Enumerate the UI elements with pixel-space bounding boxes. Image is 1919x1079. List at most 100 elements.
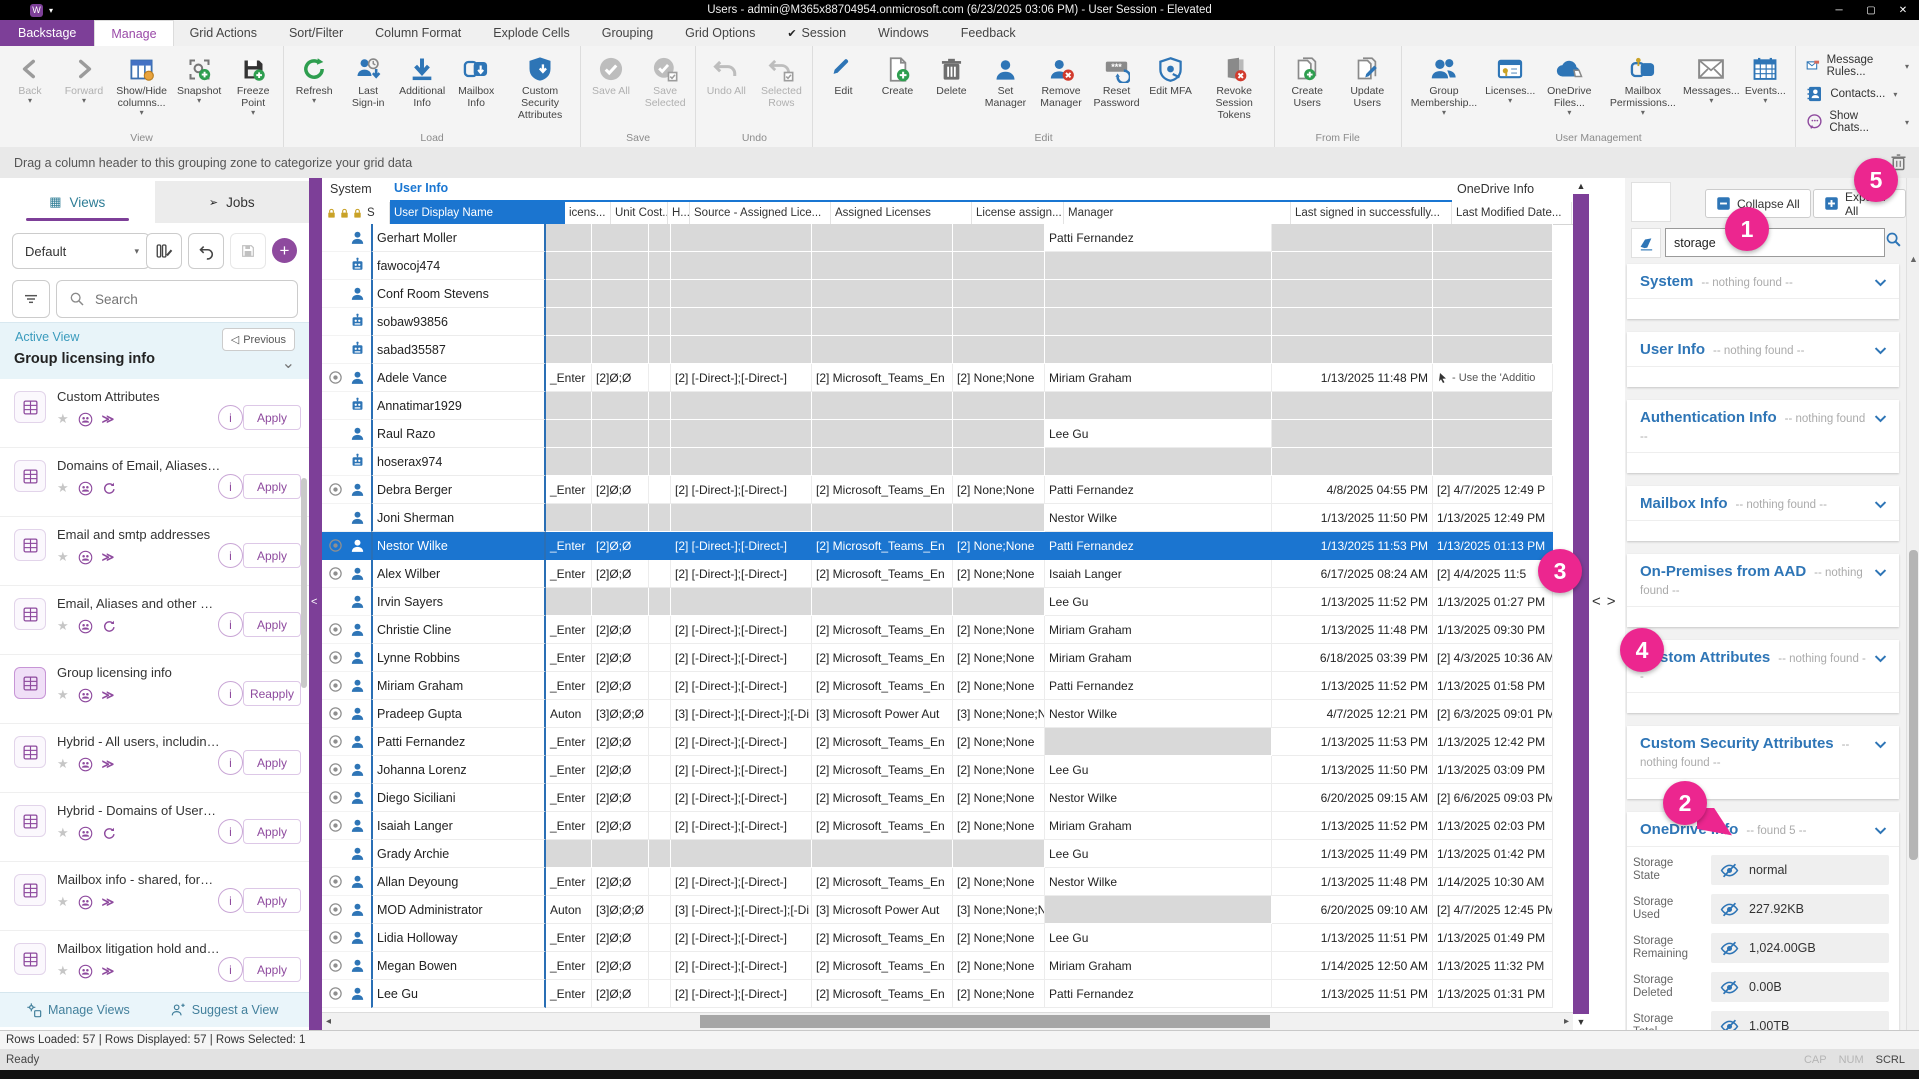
star-icon[interactable]: ★ <box>57 618 69 634</box>
snapshot-button[interactable]: Snapshot▾ <box>172 46 226 107</box>
previous-view-button[interactable]: ◁ Previous <box>222 328 295 351</box>
forward-button[interactable]: Forward▾ <box>57 46 111 107</box>
column-header-license-assign[interactable]: License assign... <box>972 202 1064 224</box>
view-item-email-and-smtp-addresses[interactable]: Email and smtp addresses★≫iApply <box>0 517 309 586</box>
suggest-view-link[interactable]: Suggest a View <box>170 1002 279 1018</box>
cell-user-display-name[interactable]: Pradeep Gupta <box>371 700 546 728</box>
group-header-user-info[interactable]: User Info <box>394 181 448 195</box>
user-row-lynne-robbins[interactable]: Lynne Robbins_Enter[2]Ø;Ø[2] [-Direct-];… <box>322 644 1573 672</box>
view-info-button[interactable]: i <box>218 957 243 982</box>
tab-session[interactable]: ✔Session <box>771 20 862 46</box>
cell-user-display-name[interactable]: Miriam Graham <box>371 672 546 700</box>
view-info-button[interactable]: i <box>218 750 243 775</box>
chevron-down-icon[interactable]: ⌄ <box>282 353 295 373</box>
user-row-sabad35587[interactable]: sabad35587 <box>322 336 1573 364</box>
cell-user-display-name[interactable]: Conf Room Stevens <box>371 280 546 308</box>
freeze-point-button[interactable]: Freeze Point▾ <box>226 46 280 119</box>
search-icon[interactable] <box>1885 231 1902 248</box>
scroll-right-icon[interactable]: ▸ <box>1564 1016 1569 1027</box>
view-item-mailbox-litigation-hold-and-ar[interactable]: Mailbox litigation hold and archive...★≫… <box>0 931 309 993</box>
apply-view-button[interactable]: Apply <box>243 405 301 430</box>
save-selected-button[interactable]: Save Selected <box>638 46 692 111</box>
user-row-lidia-holloway[interactable]: Lidia Holloway_Enter[2]Ø;Ø[2] [-Direct-]… <box>322 924 1573 952</box>
view-item-domains-of-email-aliases-and-o[interactable]: Domains of Email, Aliases and othe...★iA… <box>0 448 309 517</box>
horizontal-scrollbar[interactable]: ◂ ▸ <box>322 1012 1573 1030</box>
apply-view-button[interactable]: Apply <box>243 957 301 982</box>
user-row-adele-vance[interactable]: Adele Vance_Enter[2]Ø;Ø[2] [-Direct-];[-… <box>322 364 1573 392</box>
revoke-session-tokens-button[interactable]: Revoke Session Tokens <box>1198 46 1271 123</box>
user-row-diego-siciliani[interactable]: Diego Siciliani_Enter[2]Ø;Ø[2] [-Direct-… <box>322 784 1573 812</box>
save-all-button[interactable]: Save All <box>584 46 638 99</box>
cell-user-display-name[interactable]: sabad35587 <box>371 336 546 364</box>
cell-user-display-name[interactable]: Joni Sherman <box>371 504 546 532</box>
cell-user-display-name[interactable]: Lee Gu <box>371 980 546 1008</box>
user-row-gerhart-moller[interactable]: Gerhart MollerPatti Fernandez <box>322 224 1573 252</box>
cell-user-display-name[interactable]: MOD Administrator <box>371 896 546 924</box>
user-row-lee-gu[interactable]: Lee Gu_Enter[2]Ø;Ø[2] [-Direct-];[-Direc… <box>322 980 1573 1008</box>
column-header-last-signed-in[interactable]: Last signed in successfully... <box>1291 202 1452 224</box>
update-users-button[interactable]: Update Users <box>1337 46 1398 111</box>
view-set-dropdown[interactable]: Default ▾ <box>12 233 150 269</box>
section-header[interactable]: Authentication Info-- nothing found -- <box>1627 400 1899 452</box>
edit-mfa-button[interactable]: Edit MFA <box>1144 46 1198 99</box>
create-button[interactable]: Create <box>870 46 924 99</box>
apply-view-button[interactable]: Apply <box>243 888 301 913</box>
cell-user-display-name[interactable]: Johanna Lorenz <box>371 756 546 784</box>
section-header[interactable]: On-Premises from AAD-- nothing found -- <box>1627 554 1899 606</box>
splitter-arrows[interactable]: <> <box>1592 593 1622 610</box>
horizontal-scroll-thumb[interactable] <box>700 1015 1270 1028</box>
column-header-source-assigned[interactable]: Source - Assigned Lice... <box>690 202 831 224</box>
chevron-down-icon[interactable] <box>1872 410 1889 427</box>
column-header-assigned-licenses[interactable]: Assigned Licenses <box>831 202 972 224</box>
chevron-down-icon[interactable] <box>1872 822 1889 839</box>
scroll-down-icon[interactable]: ▼ <box>1573 1014 1589 1030</box>
section-header[interactable]: User Info-- nothing found -- <box>1627 332 1899 366</box>
cell-user-display-name[interactable]: Isaiah Langer <box>371 812 546 840</box>
star-icon[interactable]: ★ <box>57 411 69 427</box>
clear-search-button[interactable] <box>1631 228 1661 258</box>
user-row-miriam-graham[interactable]: Miriam Graham_Enter[2]Ø;Ø[2] [-Direct-];… <box>322 672 1573 700</box>
filter-button[interactable] <box>12 280 50 318</box>
sidebar-collapse-strip[interactable]: < <box>309 178 322 1030</box>
user-row-conf-room-stevens[interactable]: Conf Room Stevens <box>322 280 1573 308</box>
group-membership--button[interactable]: Group Membership...▾ <box>1405 46 1483 119</box>
tab-windows[interactable]: Windows <box>862 20 945 46</box>
apply-view-button[interactable]: Apply <box>243 819 301 844</box>
apply-view-button[interactable]: Apply <box>243 612 301 637</box>
view-info-button[interactable]: i <box>218 681 243 706</box>
cell-user-display-name[interactable]: Alex Wilber <box>371 560 546 588</box>
user-row-hoserax974[interactable]: hoserax974 <box>322 448 1573 476</box>
delete-button[interactable]: Delete <box>924 46 978 99</box>
cell-user-display-name[interactable]: Raul Razo <box>371 420 546 448</box>
tab-explode-cells[interactable]: Explode Cells <box>477 20 585 46</box>
column-header-user-display-name[interactable]: User Display Name <box>390 202 565 224</box>
view-item-email-aliases-and-other-mails-[interactable]: Email, Aliases and other Mails in o...★i… <box>0 586 309 655</box>
view-item-hybrid-domains-of-username-an-[interactable]: Hybrid - Domains of Username an...★iAppl… <box>0 793 309 862</box>
eye-off-icon[interactable] <box>1720 978 1739 997</box>
cell-user-display-name[interactable]: hoserax974 <box>371 448 546 476</box>
details-search-input[interactable] <box>1666 235 1884 251</box>
message-rules--button[interactable]: Message Rules...▾ <box>1806 54 1909 78</box>
mailbox-permissions--button[interactable]: Mailbox Permissions...▾ <box>1601 46 1684 119</box>
user-row-christie-cline[interactable]: Christie Cline_Enter[2]Ø;Ø[2] [-Direct-]… <box>322 616 1573 644</box>
cell-user-display-name[interactable]: fawocoj474 <box>371 252 546 280</box>
star-icon[interactable]: ★ <box>57 756 69 772</box>
cell-user-display-name[interactable]: Irvin Sayers <box>371 588 546 616</box>
group-header-system[interactable]: System <box>330 182 372 196</box>
column-header-licenses[interactable]: icens... <box>565 202 611 224</box>
custom-security-attributes-button[interactable]: Custom Security Attributes <box>503 46 577 123</box>
view-info-button[interactable]: i <box>218 819 243 844</box>
save-view-button[interactable] <box>230 233 266 269</box>
tab-feedback[interactable]: Feedback <box>945 20 1032 46</box>
add-view-button[interactable]: + <box>272 238 297 263</box>
additional-info-button[interactable]: Additional Info <box>395 46 449 111</box>
collapse-left-icon[interactable]: < <box>311 596 317 608</box>
tab-grid-actions[interactable]: Grid Actions <box>174 20 273 46</box>
cell-user-display-name[interactable]: Lidia Holloway <box>371 924 546 952</box>
view-info-button[interactable]: i <box>218 474 243 499</box>
user-row-debra-berger[interactable]: Debra Berger_Enter[2]Ø;Ø[2] [-Direct-];[… <box>322 476 1573 504</box>
tab-grouping[interactable]: Grouping <box>586 20 669 46</box>
tab-manage[interactable]: Manage <box>94 20 173 46</box>
section-header[interactable]: Mailbox Info-- nothing found -- <box>1627 486 1899 520</box>
selected-rows-button[interactable]: Selected Rows <box>753 46 809 111</box>
